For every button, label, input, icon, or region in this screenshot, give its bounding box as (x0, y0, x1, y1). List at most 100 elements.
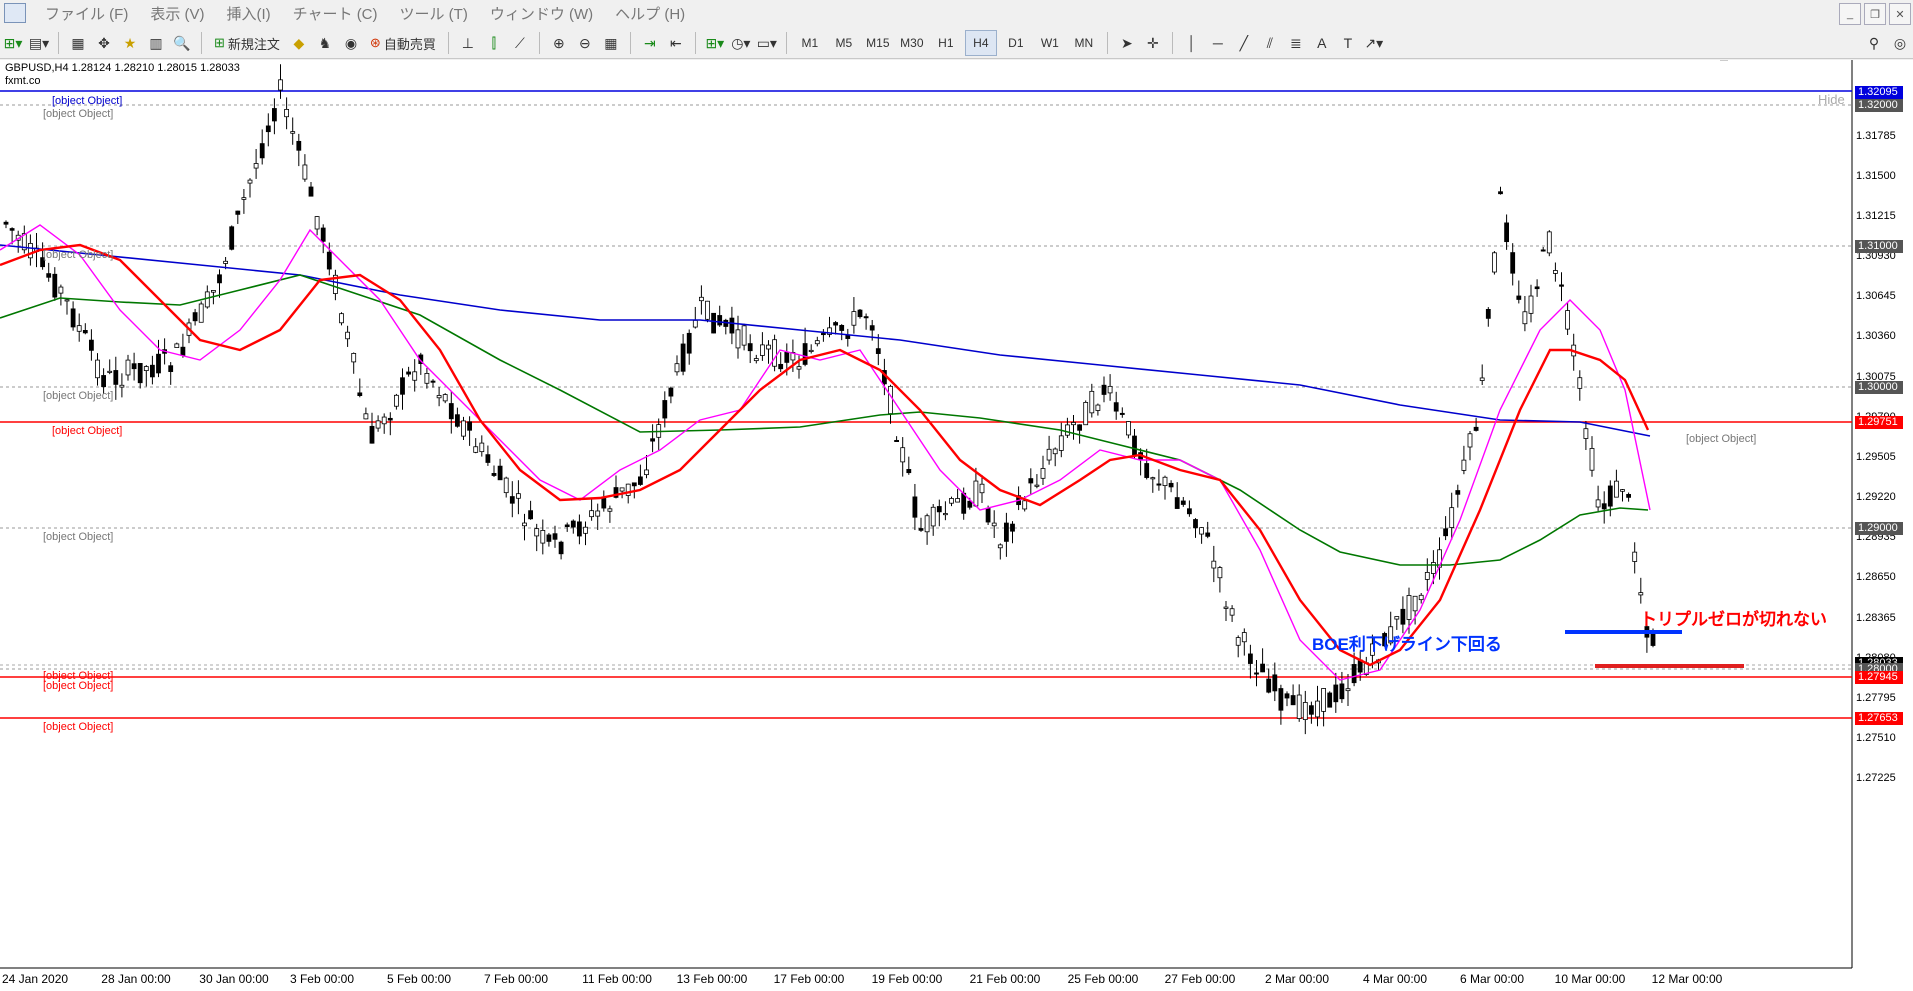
menu-help[interactable]: ヘルプ (H) (604, 3, 696, 24)
price-tag-red-line: 1.29751 (1855, 416, 1903, 429)
timeframe-mn[interactable]: MN (1069, 31, 1099, 55)
signals-icon[interactable]: ♞ (314, 31, 336, 55)
vertical-line-icon[interactable]: │ (1181, 31, 1203, 55)
candle-body (1553, 270, 1558, 274)
candle-body (973, 480, 979, 507)
toolbar-separator (1171, 32, 1173, 54)
app-icon[interactable] (4, 3, 26, 23)
search-icon[interactable]: ⚲ (1863, 31, 1885, 55)
candle-body (473, 446, 479, 453)
candle-body (393, 394, 399, 407)
cursor-icon[interactable]: ➤ (1116, 31, 1138, 55)
new-order-button[interactable]: ⊞ 新規注文 (210, 31, 284, 55)
timeframe-h1[interactable]: H1 (931, 31, 961, 55)
chart-canvas[interactable] (0, 60, 1913, 991)
candle-body (1034, 484, 1040, 487)
market-icon[interactable]: ◉ (340, 31, 362, 55)
candle-body (1449, 507, 1455, 528)
menu-chart[interactable]: チャート (C) (282, 3, 389, 24)
timeframe-m15[interactable]: M15 (863, 31, 893, 55)
candle-body (1101, 384, 1107, 395)
line-chart-icon[interactable]: ⟋ (509, 31, 531, 55)
candle-body (1083, 402, 1089, 426)
timeframe-h4[interactable]: H4 (964, 30, 997, 56)
fibonacci-icon[interactable]: ≣ (1285, 31, 1307, 55)
candlestick-icon[interactable]: ⫿ (483, 31, 505, 55)
chart-area[interactable]: GBPUSD,H4 1.28124 1.28210 1.28015 1.2803… (0, 60, 1913, 991)
toolbar-separator (58, 32, 59, 54)
trendline-icon[interactable]: ╱ (1233, 31, 1255, 55)
auto-trade-button[interactable]: ⊛ 自動売買 (366, 31, 440, 55)
candle-body (711, 312, 716, 334)
templates-icon[interactable]: ▭▾ (756, 31, 778, 55)
zoom-out-icon[interactable]: ⊖ (574, 31, 596, 55)
candle-body (564, 524, 570, 528)
zoom-in-icon[interactable]: ⊕ (548, 31, 570, 55)
restore-icon[interactable]: ❐ (1864, 3, 1886, 25)
equidistant-channel-icon[interactable]: ⫽ (1259, 31, 1281, 55)
candle-body (1296, 694, 1302, 719)
candle-body (113, 370, 119, 385)
candle-body (930, 506, 936, 527)
timeframe-w1[interactable]: W1 (1035, 31, 1065, 55)
menu-file[interactable]: ファイル (F) (34, 3, 139, 24)
candle-body (1040, 468, 1046, 479)
favorites-icon[interactable]: ★ (119, 31, 141, 55)
metaeditor-icon[interactable]: ◆ (288, 31, 310, 55)
market-watch-icon[interactable]: ▦ (67, 31, 89, 55)
profiles-icon[interactable]: ▤▾ (28, 31, 50, 55)
indicators-icon[interactable]: ⊞▾ (704, 31, 726, 55)
level-label-off: [object Object] (43, 108, 114, 120)
price-label: 1.28365 (1856, 612, 1896, 624)
time-label: 7 Feb 00:00 (483, 972, 549, 986)
candle-body (583, 526, 588, 534)
timeframe-m5[interactable]: M5 (829, 31, 859, 55)
text-icon[interactable]: A (1311, 31, 1333, 55)
candle-body (1565, 310, 1570, 330)
toolbar-separator (201, 32, 202, 54)
minimize-icon[interactable]: _ (1839, 3, 1861, 25)
candle-body (436, 395, 442, 399)
menu-insert[interactable]: 挿入(I) (216, 3, 282, 24)
navigator-icon[interactable]: ✥ (93, 31, 115, 55)
candle-body (1302, 702, 1308, 720)
candle-body (1504, 222, 1509, 243)
tile-windows-icon[interactable]: ▦ (600, 31, 622, 55)
arrows-icon[interactable]: ↗▾ (1363, 31, 1385, 55)
chat-icon[interactable]: ◎ (1889, 31, 1911, 55)
candle-body (558, 541, 564, 555)
strategy-tester-icon[interactable]: 🔍 (171, 31, 193, 55)
horizontal-line-icon[interactable]: ─ (1207, 31, 1229, 55)
candle-body (516, 493, 521, 499)
candle-body (1638, 592, 1644, 596)
time-label: 24 Jan 2020 (2, 972, 69, 986)
candle-body (442, 394, 448, 402)
candle-body (461, 420, 466, 437)
candle-body (857, 309, 863, 318)
level-label-on-blue: [object Object] (52, 95, 123, 107)
menu-window[interactable]: ウィンドウ (W) (479, 3, 604, 24)
crosshair-icon[interactable]: ✛ (1142, 31, 1164, 55)
candle-body (363, 413, 369, 420)
candle-body (58, 286, 64, 294)
close-icon[interactable]: ✕ (1889, 3, 1911, 25)
time-label: 4 Mar 00:00 (1362, 972, 1428, 986)
timeframe-m1[interactable]: M1 (795, 31, 825, 55)
candle-body (991, 522, 997, 527)
autoscroll-icon[interactable]: ⇥ (639, 31, 661, 55)
hide-button[interactable]: Hide (1818, 92, 1845, 107)
candle-body (1071, 422, 1076, 426)
periods-icon[interactable]: ◷▾ (730, 31, 752, 55)
bar-chart-icon[interactable]: ⊥ (457, 31, 479, 55)
chart-shift-icon[interactable]: ⇤ (665, 31, 687, 55)
new-chart-icon[interactable]: ⊞▾ (2, 31, 24, 55)
candle-body (503, 477, 509, 494)
candle-body (430, 380, 436, 383)
text-label-icon[interactable]: T (1337, 31, 1359, 55)
menu-tools[interactable]: ツール (T) (389, 3, 479, 24)
terminal-icon[interactable]: ▥ (145, 31, 167, 55)
menu-view[interactable]: 表示 (V) (139, 3, 215, 24)
candle-body (1540, 249, 1546, 252)
timeframe-d1[interactable]: D1 (1001, 31, 1031, 55)
timeframe-m30[interactable]: M30 (897, 31, 927, 55)
